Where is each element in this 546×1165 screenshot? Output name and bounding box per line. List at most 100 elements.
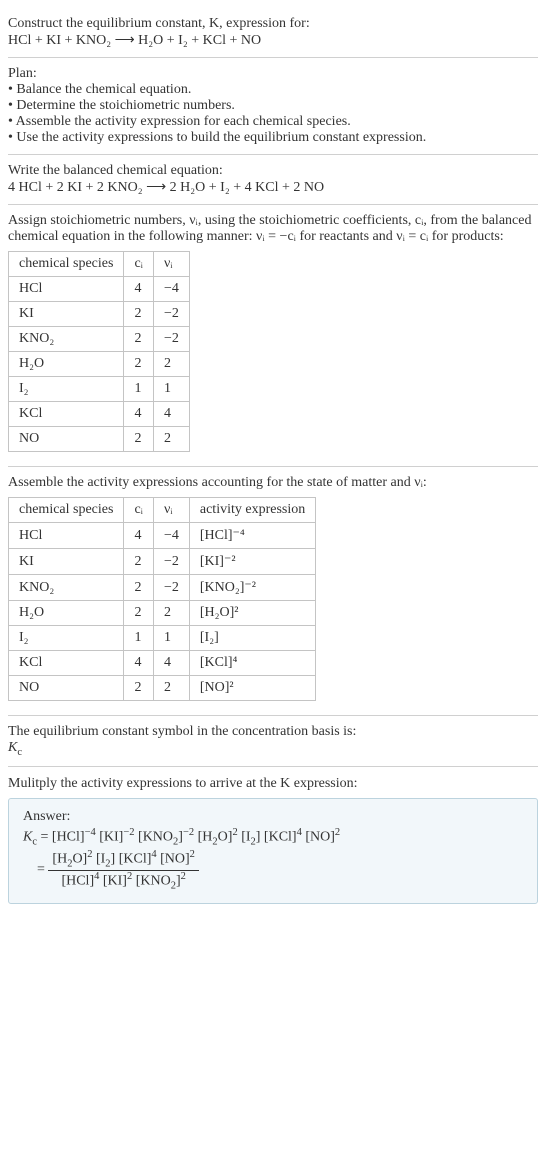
col-species: chemical species [9, 498, 124, 523]
cell: 4 [124, 402, 154, 427]
cell: [I₂] [189, 626, 315, 651]
multiply-section: Mulitply the activity expressions to arr… [8, 767, 538, 912]
cell: 1 [153, 626, 189, 651]
cell: 1 [124, 626, 154, 651]
cell: 2 [153, 427, 189, 452]
cell: I₂ [9, 377, 124, 402]
cell: 2 [124, 601, 154, 626]
cell: NO [9, 676, 124, 701]
cell: [KCl]⁴ [189, 651, 315, 676]
cell: −2 [153, 549, 189, 575]
plan-item: • Assemble the activity expression for e… [8, 114, 538, 130]
balanced-equation: 4 HCl + 2 KI + 2 KNO₂ ⟶ 2 H₂O + I₂ + 4 K… [8, 179, 538, 196]
table-row: NO22[NO]² [9, 676, 316, 701]
table-row: KI2−2 [9, 302, 190, 327]
answer-box: Answer: Kc = [HCl]−4 [KI]−2 [KNO2]−2 [H2… [8, 798, 538, 904]
table-row: KCl44 [9, 402, 190, 427]
eq-prefix: = [37, 862, 48, 877]
col-ci: cᵢ [124, 498, 154, 523]
table-row: I₂11[I₂] [9, 626, 316, 651]
cell: −2 [153, 575, 189, 601]
cell: H₂O [9, 601, 124, 626]
cell: −2 [153, 327, 189, 352]
cell: KCl [9, 651, 124, 676]
cell: 4 [153, 402, 189, 427]
stoich-heading: Assign stoichiometric numbers, νᵢ, using… [8, 213, 538, 245]
multiply-heading: Mulitply the activity expressions to arr… [8, 775, 538, 792]
cell: 1 [153, 377, 189, 402]
table-row: KCl44[KCl]⁴ [9, 651, 316, 676]
intro-line: Construct the equilibrium constant, K, e… [8, 16, 538, 32]
cell: 2 [153, 601, 189, 626]
plan-item: • Balance the chemical equation. [8, 82, 538, 98]
cell: 1 [124, 377, 154, 402]
fraction: [H2O]2 [I2] [KCl]4 [NO]2 [HCl]4 [KI]2 [K… [48, 849, 199, 891]
cell: −2 [153, 302, 189, 327]
intro-equation: HCl + KI + KNO₂ ⟶ H₂O + I₂ + KCl + NO [8, 32, 538, 49]
cell: 2 [124, 676, 154, 701]
cell: HCl [9, 523, 124, 549]
cell: 4 [124, 277, 154, 302]
cell: KCl [9, 402, 124, 427]
cell: KI [9, 549, 124, 575]
cell: [KI]⁻² [189, 549, 315, 575]
cell: 2 [153, 676, 189, 701]
cell: 4 [124, 651, 154, 676]
cell: [HCl]⁻⁴ [189, 523, 315, 549]
cell: 2 [124, 302, 154, 327]
cell: 2 [124, 549, 154, 575]
symbol-section: The equilibrium constant symbol in the c… [8, 716, 538, 767]
cell: KNO₂ [9, 575, 124, 601]
symbol-line1: The equilibrium constant symbol in the c… [8, 724, 538, 740]
activity-section: Assemble the activity expressions accoun… [8, 467, 538, 716]
col-species: chemical species [9, 252, 124, 277]
table-row: HCl4−4[HCl]⁻⁴ [9, 523, 316, 549]
table-row: HCl4−4 [9, 277, 190, 302]
cell: HCl [9, 277, 124, 302]
stoich-section: Assign stoichiometric numbers, νᵢ, using… [8, 205, 538, 467]
cell: 2 [124, 352, 154, 377]
table-row: H₂O22 [9, 352, 190, 377]
answer-fraction: = [H2O]2 [I2] [KCl]4 [NO]2 [HCl]4 [KI]2 … [23, 849, 523, 891]
intro-section: Construct the equilibrium constant, K, e… [8, 8, 538, 58]
table-row: KNO₂2−2 [9, 327, 190, 352]
col-nui: νᵢ [153, 252, 189, 277]
cell: 4 [124, 523, 154, 549]
col-ci: cᵢ [124, 252, 154, 277]
cell: −4 [153, 523, 189, 549]
table-header-row: chemical species cᵢ νᵢ activity expressi… [9, 498, 316, 523]
table-row: KNO₂2−2[KNO₂]⁻² [9, 575, 316, 601]
table-row: I₂11 [9, 377, 190, 402]
activity-heading: Assemble the activity expressions accoun… [8, 475, 538, 491]
stoich-table: chemical species cᵢ νᵢ HCl4−4 KI2−2 KNO₂… [8, 251, 190, 452]
plan-item: • Determine the stoichiometric numbers. [8, 98, 538, 114]
cell: 2 [124, 327, 154, 352]
table-row: NO22 [9, 427, 190, 452]
symbol-kc: Kc [8, 740, 538, 758]
fraction-denominator: [HCl]4 [KI]2 [KNO2]2 [48, 871, 199, 891]
balanced-heading: Write the balanced chemical equation: [8, 163, 538, 179]
fraction-numerator: [H2O]2 [I2] [KCl]4 [NO]2 [48, 849, 199, 870]
table-row: H₂O22[H₂O]² [9, 601, 316, 626]
cell: [NO]² [189, 676, 315, 701]
cell: I₂ [9, 626, 124, 651]
cell: 4 [153, 651, 189, 676]
balanced-section: Write the balanced chemical equation: 4 … [8, 155, 538, 205]
plan-heading: Plan: [8, 66, 538, 82]
cell: KNO₂ [9, 327, 124, 352]
cell: 2 [124, 575, 154, 601]
plan-item: • Use the activity expressions to build … [8, 130, 538, 146]
cell: −4 [153, 277, 189, 302]
col-activity: activity expression [189, 498, 315, 523]
table-row: KI2−2[KI]⁻² [9, 549, 316, 575]
answer-label: Answer: [23, 809, 523, 825]
activity-table: chemical species cᵢ νᵢ activity expressi… [8, 497, 316, 701]
col-nui: νᵢ [153, 498, 189, 523]
cell: [H₂O]² [189, 601, 315, 626]
plan-section: Plan: • Balance the chemical equation. •… [8, 58, 538, 155]
table-header-row: chemical species cᵢ νᵢ [9, 252, 190, 277]
cell: NO [9, 427, 124, 452]
cell: 2 [153, 352, 189, 377]
cell: 2 [124, 427, 154, 452]
answer-line1: Kc = [HCl]−4 [KI]−2 [KNO2]−2 [H2O]2 [I2]… [23, 827, 523, 847]
